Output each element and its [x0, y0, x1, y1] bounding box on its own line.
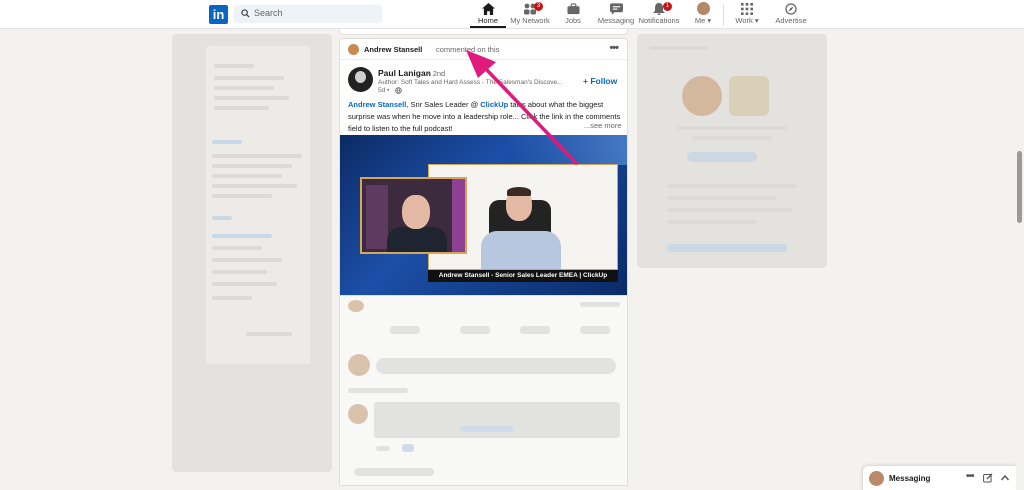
context-avatar[interactable]: [348, 44, 359, 55]
messaging-label: Messaging: [889, 474, 931, 483]
page-scrollbar[interactable]: [1016, 29, 1024, 490]
previous-post-edge: [339, 29, 628, 35]
nav-work-label: Work: [735, 16, 753, 25]
me-dropdown-icon: ▾: [707, 16, 712, 25]
chevron-up-icon[interactable]: [1000, 473, 1010, 483]
post-timestamp: 5d •: [378, 87, 390, 94]
author-avatar[interactable]: [348, 67, 373, 92]
scrollbar-thumb[interactable]: [1017, 151, 1022, 223]
messaging-avatar: [869, 471, 884, 486]
left-sidebar-blurred: [172, 34, 332, 472]
messaging-more-icon[interactable]: •••: [966, 471, 974, 482]
compass-icon: [785, 3, 797, 15]
work-dropdown-icon: ▾: [754, 16, 759, 25]
right-sidebar-blurred: [637, 34, 827, 268]
blurred-company-logo: [729, 76, 769, 116]
search-bar[interactable]: Search: [234, 5, 382, 23]
see-more-link[interactable]: ...see more: [582, 121, 622, 130]
blurred-button: [687, 152, 757, 162]
context-action-text: commented on this: [436, 45, 500, 54]
briefcase-icon: [566, 3, 580, 15]
nav-advertise-label: Advertise: [775, 16, 807, 25]
video-caption: Andrew Stansell - Senior Sales Leader EM…: [428, 270, 618, 282]
author-name[interactable]: Paul Lanigan: [378, 68, 431, 78]
mention-clickup[interactable]: ClickUp: [480, 100, 508, 109]
search-icon: [241, 9, 250, 18]
post-text: Andrew Stansell, Snr Sales Leader @ Clic…: [348, 100, 621, 133]
connection-degree: • 2nd: [428, 69, 446, 78]
notifications-badge: 1: [663, 2, 672, 11]
video-pip-speaker: [360, 177, 467, 254]
linkedin-logo[interactable]: in: [209, 5, 228, 24]
messaging-widget[interactable]: Messaging •••: [862, 465, 1020, 490]
home-icon: [481, 3, 495, 15]
mention-andrew-stansell[interactable]: Andrew Stansell: [348, 100, 406, 109]
nav-me-label: Me: [694, 16, 706, 25]
grid-icon: [741, 3, 753, 15]
left-sidebar-card-blurred: [206, 46, 310, 364]
context-user-name[interactable]: Andrew Stansell: [364, 45, 422, 54]
post-social-section-blurred: [339, 296, 628, 486]
post-divider: [340, 59, 627, 60]
search-placeholder: Search: [254, 8, 283, 18]
blurred-avatar: [682, 76, 722, 116]
compose-icon[interactable]: [983, 473, 993, 483]
top-nav-bar: in Search Home 3 My Network Jobs Messagi…: [0, 0, 1024, 29]
chat-icon: [609, 3, 623, 15]
network-badge: 3: [534, 2, 543, 11]
feed-post-card: Andrew Stansell commented on this ••• Pa…: [339, 38, 628, 296]
author-headline: Author: Soft Tales and Hard Assess - The…: [378, 79, 563, 86]
follow-button[interactable]: + Follow: [583, 76, 617, 86]
nav-advertise[interactable]: Advertise: [761, 2, 821, 25]
post-video[interactable]: Andrew Stansell - Senior Sales Leader EM…: [340, 135, 627, 295]
globe-icon: [395, 87, 402, 94]
me-avatar: [696, 2, 710, 15]
more-options-icon[interactable]: •••: [609, 42, 619, 54]
